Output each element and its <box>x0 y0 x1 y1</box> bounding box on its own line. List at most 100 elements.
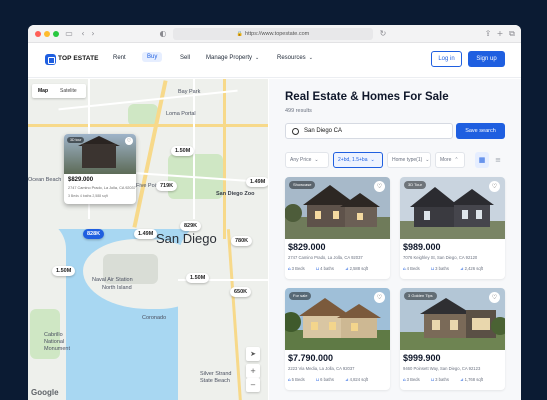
map-place-label: Silver Strand <box>200 371 232 377</box>
address-bar[interactable]: 🔒 https://www.topestate.com <box>173 28 373 40</box>
listing-badge: 3D Tour <box>404 181 426 189</box>
map-price-pin[interactable]: 780K <box>231 236 253 246</box>
chevron-down-icon: ⌄ <box>255 55 260 61</box>
listing-sqft: 4,824 sqft <box>349 377 369 382</box>
chevron-down-icon: ⌄ <box>308 55 313 61</box>
heart-icon[interactable]: ♡ <box>489 292 500 303</box>
map-price-pin[interactable]: 650K <box>230 287 252 297</box>
zoom-out-button[interactable]: − <box>246 378 260 392</box>
filter-more-label: More <box>440 157 452 163</box>
location-arrow-icon[interactable]: ➤ <box>246 347 260 361</box>
close-window-button[interactable] <box>35 31 41 37</box>
nav-link-rent[interactable]: Rent <box>113 55 126 61</box>
listing-card[interactable]: For sale ♡ $7.790.000 2223 Via Media, La… <box>285 288 390 390</box>
heart-icon[interactable]: ♡ <box>374 292 385 303</box>
listing-badge: For sale <box>289 292 312 300</box>
chevron-down-icon: ⌄ <box>370 157 375 163</box>
logo-icon[interactable] <box>45 54 56 65</box>
listing-meta: ⌂5 Beds ⊔6 baths ⊿4,824 sqft <box>288 377 378 382</box>
listing-baths: 3 baths <box>435 377 449 382</box>
filter-home-type[interactable]: Home type(1) ⌄ <box>387 152 431 168</box>
heart-icon[interactable]: ♡ <box>489 181 500 192</box>
bath-icon: ⊔ <box>315 377 320 382</box>
filter-price-label: Any Price <box>290 157 312 163</box>
listing-baths: 6 baths <box>320 377 334 382</box>
browser-window: ▭ ‹ › ◐ 🔒 https://www.topestate.com ↻ ⇪ +… <box>28 25 521 400</box>
popup-badge: 3D tour <box>67 137 85 143</box>
filter-beds-baths[interactable]: 2+bd, 1.5+ba ⌄ <box>333 152 383 168</box>
nav-link-sell[interactable]: Sell <box>180 55 190 61</box>
map-place-label: National <box>44 339 65 345</box>
sidebar-icon[interactable]: ▭ <box>64 29 74 39</box>
map-price-pin-selected[interactable]: 828K <box>83 229 105 239</box>
map-place-label: Cabrillo <box>44 332 63 338</box>
map-price-pin[interactable]: 1.50M <box>52 266 76 276</box>
site-header: TOP ESTATE Rent Buy Sell Manage Property… <box>28 44 521 78</box>
map-price-pin[interactable]: 1.49M <box>134 229 158 239</box>
reload-icon[interactable]: ↻ <box>378 29 388 39</box>
nav-link-resources[interactable]: Resources ⌄ <box>277 55 313 61</box>
chevron-down-icon: ⌄ <box>314 157 319 163</box>
area-icon: ⊿ <box>460 266 464 271</box>
tab-satellite[interactable]: Satelite <box>60 88 77 94</box>
area-icon: ⊿ <box>345 266 349 271</box>
map-price-pin[interactable]: 719K <box>156 181 178 191</box>
listing-price: $989.000 <box>403 242 441 252</box>
shield-icon[interactable]: ◐ <box>158 29 168 39</box>
listings-panel: Real Estate & Homes For Sale 499 results… <box>269 79 521 400</box>
logo-text[interactable]: TOP ESTATE <box>58 55 99 62</box>
minimize-window-button[interactable] <box>44 31 50 37</box>
nav-link-manage-property[interactable]: Manage Property ⌄ <box>206 55 259 61</box>
chevron-up-icon: ⌃ <box>454 157 459 163</box>
map-listing-popup[interactable]: 3D tour ♡ $829.000 2747 Camino Prado, La… <box>64 134 136 204</box>
listing-address: 2223 Via Media, La Jolla, CA 92037 <box>288 366 355 371</box>
listing-baths: 3 baths <box>435 266 449 271</box>
map-price-pin[interactable]: 1.49M <box>246 177 268 187</box>
search-icon <box>292 128 299 135</box>
listing-beds: 5 Beds <box>291 377 305 382</box>
new-tab-icon[interactable]: + <box>495 29 505 39</box>
login-button[interactable]: Log in <box>431 51 462 67</box>
filter-beds-baths-label: 2+bd, 1.5+ba <box>338 157 368 163</box>
signup-button[interactable]: Sign up <box>468 51 505 67</box>
bed-icon: ⌂ <box>403 266 406 271</box>
listing-beds: 4 Beds <box>406 266 420 271</box>
nav-link-buy[interactable]: Buy <box>142 52 163 62</box>
map-place-label: San Diego Zoo <box>216 191 255 197</box>
tab-map[interactable]: Map <box>38 88 48 94</box>
listing-sqft: 1,768 sqft <box>464 377 484 382</box>
filter-more[interactable]: More ⌃ <box>435 152 465 168</box>
popup-price: $829.000 <box>68 177 94 183</box>
listing-card[interactable]: Showcase ♡ $829.000 2747 Camino Prado, L… <box>285 177 390 279</box>
share-icon[interactable]: ⇪ <box>483 29 493 39</box>
heart-icon[interactable]: ♡ <box>374 181 385 192</box>
back-icon[interactable]: ‹ <box>78 29 88 39</box>
map-place-label: North Island <box>102 285 132 291</box>
listing-card[interactable]: 3D Tour ♡ $989.000 7076 Keighley St, San… <box>400 177 505 279</box>
bed-icon: ⌂ <box>403 377 406 382</box>
listing-meta: ⌂3 Beds ⊔4 baths ⊿2,588 sqft <box>288 266 378 271</box>
search-input[interactable]: San Diego CA <box>285 123 453 139</box>
map-view[interactable]: Map Satelite Bay Park Loma Portal Ocean … <box>28 79 268 400</box>
bath-icon: ⊔ <box>315 266 320 271</box>
zoom-window-button[interactable] <box>53 31 59 37</box>
zoom-in-button[interactable]: + <box>246 364 260 378</box>
listing-sqft: 2,588 sqft <box>349 266 369 271</box>
listing-beds: 3 Beds <box>291 266 305 271</box>
map-price-pin[interactable]: 1.50M <box>186 273 210 283</box>
grid-view-icon[interactable]: ▦ <box>475 152 489 168</box>
photo-carousel-dots[interactable] <box>446 344 460 347</box>
map-place-label: Monument <box>44 346 70 352</box>
map-price-pin[interactable]: 1.50M <box>171 146 195 156</box>
save-search-button[interactable]: Save search <box>456 123 505 139</box>
nav-link-manage-property-label: Manage Property <box>206 55 253 61</box>
listing-card[interactable]: 3 Golden Tips ♡ $999.900 9460 Poinsett W… <box>400 288 505 390</box>
forward-icon[interactable]: › <box>88 29 98 39</box>
nav-link-resources-label: Resources <box>277 55 306 61</box>
map-road-i8 <box>28 124 268 127</box>
heart-icon[interactable]: ♡ <box>125 137 133 145</box>
tabs-overview-icon[interactable]: ⧉ <box>507 29 517 39</box>
map-price-pin[interactable]: 829K <box>180 221 202 231</box>
filter-price[interactable]: Any Price ⌄ <box>285 152 329 168</box>
list-view-icon[interactable]: ≡ <box>491 152 505 168</box>
